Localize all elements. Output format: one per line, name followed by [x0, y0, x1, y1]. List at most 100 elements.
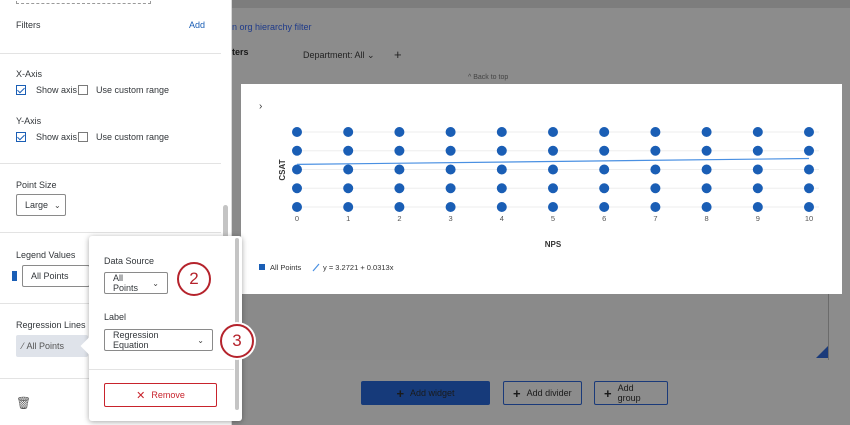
add-filter-icon[interactable]: +	[394, 47, 402, 62]
data-point	[496, 202, 507, 212]
legend-swatch	[259, 264, 265, 270]
data-point	[599, 164, 610, 175]
data-point	[394, 164, 405, 175]
regression-line-name: All Points	[26, 341, 65, 351]
data-point	[548, 183, 558, 194]
add-filter-link[interactable]: Add	[189, 20, 205, 30]
x-custom-range-checkbox[interactable]	[78, 85, 88, 95]
x-tick-label: 5	[551, 214, 555, 223]
data-point	[548, 164, 558, 175]
point-size-value: Large	[25, 200, 49, 210]
x-show-axis-label: Show axis	[36, 85, 78, 95]
data-point	[343, 183, 354, 194]
data-source-select[interactable]: All Points ⌄	[104, 272, 168, 294]
data-point	[599, 127, 610, 137]
data-source-value: All Points	[113, 273, 139, 293]
data-point	[292, 145, 302, 156]
data-point	[548, 202, 558, 212]
data-point	[752, 202, 763, 212]
back-to-top-link[interactable]: ^ Back to top	[468, 74, 508, 81]
filters-tab[interactable]: ters	[232, 47, 249, 57]
regression-settings-popover: Data Source All Points ⌄ Label Regressio…	[80, 236, 242, 421]
add-widget-button[interactable]: + Add widget	[361, 381, 490, 405]
data-point	[292, 183, 302, 194]
x-axis-heading: X-Axis	[16, 69, 43, 79]
x-show-axis-checkbox[interactable]	[16, 85, 26, 95]
data-point	[394, 145, 405, 156]
scatter-chart-widget[interactable]: › 0 1 2 3 4 5 6 7 8 9 10 NPS CSAT All Points y = 3.272…	[241, 84, 842, 294]
x-tick-label: 4	[500, 214, 504, 223]
data-point	[343, 164, 354, 175]
data-point	[650, 164, 661, 175]
point-size-select[interactable]: Large ⌄	[16, 194, 66, 216]
add-widget-label: Add widget	[410, 388, 455, 398]
x-tick-label: 7	[653, 214, 657, 223]
legend-values-select[interactable]: All Points	[22, 265, 90, 287]
label-select[interactable]: Regression Equation ⌄	[104, 329, 213, 351]
remove-label: Remove	[151, 390, 185, 400]
legend-values-label: Legend Values	[16, 250, 76, 260]
close-icon: ✕	[136, 389, 146, 402]
regression-line	[296, 157, 810, 165]
data-point	[752, 127, 763, 137]
data-point	[701, 202, 712, 212]
divider	[0, 163, 221, 164]
data-point	[292, 164, 302, 175]
add-group-button[interactable]: + Add group	[594, 381, 668, 405]
y-show-axis-checkbox[interactable]	[16, 132, 26, 142]
department-filter[interactable]: Department: All ⌄	[303, 50, 375, 61]
regression-line-item[interactable]: ⁄ All Points	[16, 335, 88, 357]
data-point	[599, 145, 610, 156]
data-point	[548, 145, 558, 156]
x-tick-label: 0	[295, 214, 299, 223]
chevron-down-icon: ⌄	[367, 50, 375, 60]
data-point	[701, 127, 712, 137]
department-filter-label: Department: All	[303, 50, 365, 60]
data-point	[804, 202, 814, 212]
x-tick-label: 1	[346, 214, 350, 223]
data-point	[496, 183, 507, 194]
add-divider-label: Add divider	[526, 388, 572, 398]
divider	[0, 53, 221, 54]
add-divider-button[interactable]: + Add divider	[503, 381, 582, 405]
data-point	[445, 183, 456, 194]
remove-button[interactable]: ✕ Remove	[104, 383, 217, 407]
x-tick-label: 10	[805, 214, 813, 223]
data-point	[650, 127, 661, 137]
data-point	[804, 127, 814, 137]
regression-lines-label: Regression Lines	[16, 320, 86, 330]
y-show-axis-label: Show axis	[36, 132, 78, 142]
legend-line-icon	[312, 263, 320, 272]
data-point	[496, 145, 507, 156]
point-size-label: Point Size	[16, 180, 57, 190]
step-callout-3: 3	[220, 324, 254, 358]
org-hierarchy-filter-link[interactable]: n org hierarchy filter	[232, 22, 312, 32]
plus-icon: +	[396, 385, 405, 401]
data-point	[445, 164, 456, 175]
data-point	[650, 145, 661, 156]
chevron-down-icon: ⌄	[197, 335, 204, 345]
data-point	[752, 145, 763, 156]
data-point	[445, 145, 456, 156]
data-point	[394, 202, 405, 212]
data-point	[292, 202, 302, 212]
y-custom-range-checkbox[interactable]	[78, 132, 88, 142]
data-point	[496, 127, 507, 137]
y-axis-heading: Y-Axis	[16, 116, 42, 126]
data-point	[343, 202, 354, 212]
data-point	[752, 164, 763, 175]
filters-label: Filters	[16, 20, 41, 30]
trash-icon[interactable]: 🗑	[16, 396, 31, 410]
data-point	[394, 183, 405, 194]
data-point	[548, 127, 558, 137]
legend-regression-label: y = 3.2721 + 0.0313x	[323, 263, 394, 272]
data-point	[496, 164, 507, 175]
label-field-label: Label	[104, 312, 127, 322]
data-point	[650, 183, 661, 194]
legend-values-value: All Points	[31, 271, 69, 281]
data-point	[701, 183, 712, 194]
step-callout-2: 2	[177, 262, 211, 296]
resize-handle-icon[interactable]	[816, 346, 828, 358]
scatter-chart: 0 1 2 3 4 5 6 7 8 9 10 NPS CSAT All Points y = 3.2721 …	[259, 127, 819, 272]
x-axis-label: NPS	[545, 240, 562, 249]
